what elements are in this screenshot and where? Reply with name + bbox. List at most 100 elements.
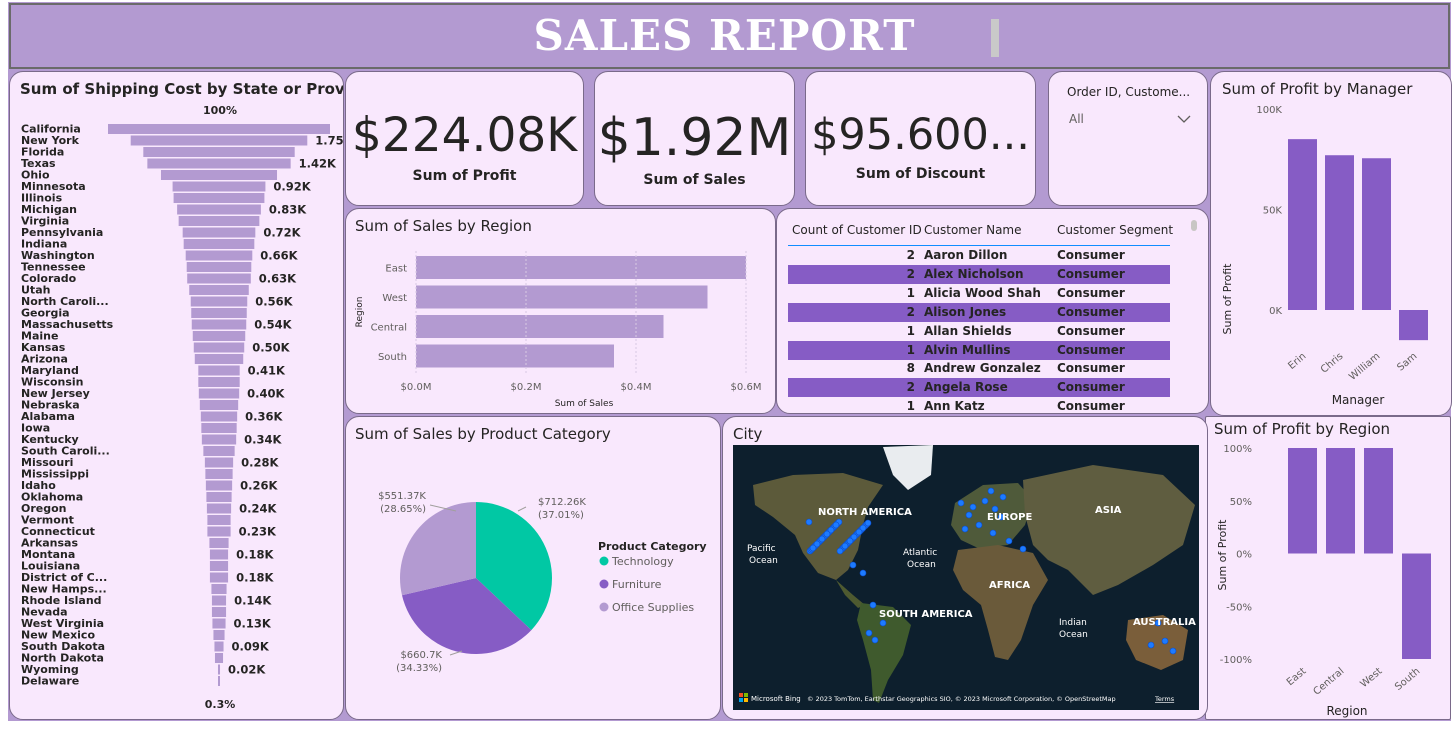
cell-segment: Consumer — [1057, 323, 1125, 338]
city-dot — [849, 561, 857, 569]
profit-by-manager-card[interactable]: Sum of Profit by Manager Sum of Profit M… — [1210, 71, 1452, 416]
sales-by-region-card[interactable]: Sum of Sales by Region Region Sum of Sal… — [345, 208, 776, 414]
product-category-card[interactable]: Sum of Sales by Product Category Product… — [345, 416, 721, 720]
customer-table-card[interactable]: Count of Customer ID Customer Name Custo… — [776, 208, 1209, 414]
table-row[interactable]: 1 Ann Katz Consumer — [788, 397, 1170, 414]
region-profit-category-label: Central — [1311, 666, 1346, 698]
cell-count: 2 — [906, 248, 915, 262]
slicer-title: Order ID, Custome... — [1067, 85, 1191, 99]
city-dot — [809, 544, 817, 552]
funnel-data-label: 0.72K — [263, 226, 301, 240]
funnel-bar — [213, 630, 225, 640]
city-dot — [961, 525, 969, 533]
text-cursor — [991, 19, 999, 57]
city-map[interactable]: NORTH AMERICA EUROPE ASIA AFRICA SOUTH A… — [733, 445, 1199, 710]
region-y-axis-label: Region — [355, 297, 365, 328]
city-dot — [841, 542, 849, 550]
order-slicer-card[interactable]: Order ID, Custome... All — [1048, 71, 1208, 206]
kpi-value: $224.08K — [351, 108, 578, 163]
funnel-data-label: 0.24K — [239, 502, 277, 516]
region-x-axis-label: Sum of Sales — [555, 399, 614, 409]
map-label-pacific-2: Ocean — [749, 556, 778, 566]
manager-bar — [1362, 158, 1391, 310]
table-row[interactable]: 1 Alvin Mullins Consumer — [788, 340, 1170, 360]
column-header-name[interactable]: Customer Name — [924, 223, 1022, 237]
funnel-bar — [198, 388, 240, 399]
table-row[interactable]: 2 Aaron Dillon Consumer — [788, 246, 1170, 265]
map-label-atlantic-2: Ocean — [907, 560, 936, 570]
funnel-bar — [143, 147, 295, 157]
funnel-data-label: 1.75K — [315, 134, 343, 148]
funnel-data-label: 0.36K — [245, 410, 283, 424]
funnel-bar — [189, 285, 249, 295]
funnel-bar — [198, 365, 240, 376]
shipping-cost-card[interactable]: Sum of Shipping Cost by State or Provinc… — [9, 71, 344, 720]
city-dot — [864, 519, 872, 527]
funnel-data-label: 0.02K — [228, 663, 266, 677]
table-row[interactable]: 2 Angela Rose Consumer — [788, 378, 1170, 398]
funnel-data-label: 0.18K — [236, 571, 274, 585]
column-header-count[interactable]: Count of Customer ID — [792, 223, 922, 237]
manager-bar — [1288, 139, 1317, 310]
kpi-card-profit[interactable]: $224.08K Sum of Profit — [345, 71, 584, 206]
funnel-bar — [218, 676, 220, 686]
pie-leader-line — [449, 650, 463, 656]
city-dot — [989, 529, 997, 537]
funnel-bar — [191, 319, 247, 330]
city-dot — [846, 537, 854, 545]
cell-name: Ann Katz — [924, 399, 985, 414]
region-profit-y-axis-label: Sum of Profit — [1216, 519, 1229, 591]
table-row[interactable]: 2 Alex Nicholson Consumer — [788, 264, 1170, 284]
report-header: SALES REPORT — [9, 3, 1450, 69]
kpi-card-sales[interactable]: $1.92M Sum of Sales — [594, 71, 795, 206]
region-profit-x-axis-label: Region — [1326, 704, 1367, 718]
cell-count: 1 — [906, 285, 915, 300]
cell-segment: Consumer — [1057, 266, 1125, 281]
region-profit-y-tick: 0% — [1236, 550, 1252, 561]
cell-segment: Consumer — [1057, 285, 1125, 300]
report-title: SALES REPORT — [533, 11, 916, 60]
funnel-data-label: 0.28K — [241, 456, 279, 470]
manager-y-tick: 100K — [1256, 105, 1282, 116]
profit-by-region-card[interactable]: Sum of Profit by Region Sum of Profit Re… — [1205, 416, 1451, 720]
funnel-bar — [205, 480, 233, 491]
region-category-label: West — [382, 293, 407, 304]
table-row[interactable]: 1 Allan Shields Consumer — [788, 322, 1170, 341]
funnel-data-label: 0.40K — [247, 387, 285, 401]
table-row[interactable]: 2 Alison Jones Consumer — [788, 302, 1170, 322]
table-row[interactable]: 1 Alicia Wood Shah Consumer — [788, 284, 1170, 303]
state-label: Delaware — [21, 675, 79, 688]
cell-name: Allan Shields — [924, 323, 1012, 338]
region-x-tick: $0.4M — [621, 382, 652, 393]
region-x-tick: $0.2M — [511, 382, 542, 393]
city-dot — [975, 521, 983, 529]
funnel-data-label: 0.09K — [232, 640, 270, 654]
cell-count: 1 — [906, 399, 915, 414]
table-scrollbar[interactable] — [1191, 220, 1197, 231]
slicer-dropdown[interactable]: All — [1067, 110, 1195, 130]
manager-category-label: William — [1347, 351, 1382, 383]
cell-name: Alicia Wood Shah — [924, 285, 1041, 300]
city-dot — [1019, 545, 1027, 553]
city-dot — [871, 636, 879, 644]
table-row[interactable]: 8 Andrew Gonzalez Consumer — [788, 359, 1170, 378]
funnel-bar — [211, 607, 227, 617]
funnel-bar — [206, 492, 232, 502]
funnel-bar — [200, 411, 238, 422]
kpi-label: Sum of Profit — [412, 168, 517, 184]
cell-name: Aaron Dillon — [924, 248, 1008, 262]
kpi-card-discount[interactable]: $95.600... Sum of Discount — [805, 71, 1036, 206]
pie-data-label-pct: (37.01%) — [538, 510, 584, 521]
funnel-data-label: 0.14K — [234, 594, 272, 608]
column-header-segment[interactable]: Customer Segment — [1057, 223, 1173, 237]
pie-leader-line — [517, 506, 527, 512]
cell-count: 2 — [906, 304, 915, 319]
pie-legend-title: Product Category — [598, 540, 707, 553]
funnel-bar — [147, 158, 291, 169]
city-map-card[interactable]: City NORTH AMERICA EUROPE ASIA AFRICA SO… — [722, 416, 1208, 720]
funnel-bar — [203, 446, 235, 456]
city-dot — [869, 601, 877, 609]
cell-name: Alex Nicholson — [924, 266, 1024, 281]
funnel-bar — [183, 239, 255, 249]
legend-marker — [599, 579, 609, 589]
